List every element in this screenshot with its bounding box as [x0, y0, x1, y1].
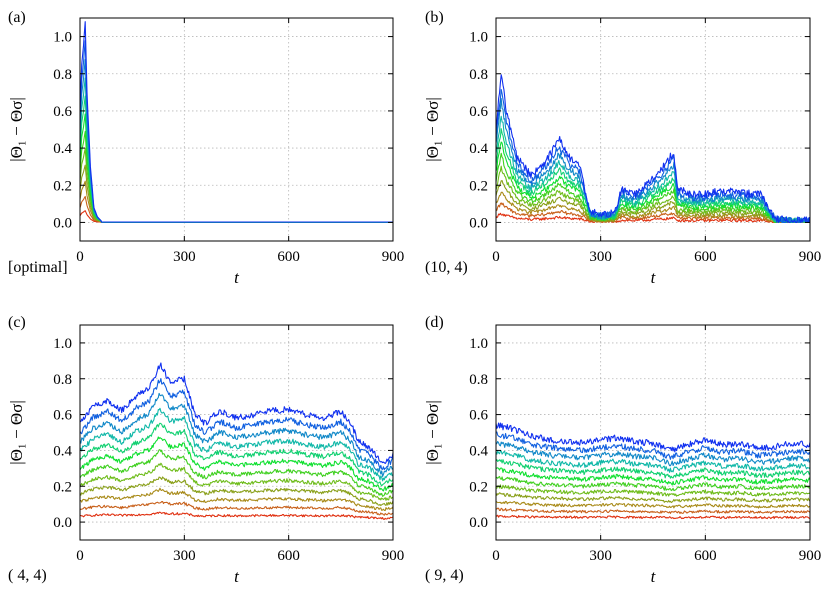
figure-canvas: 0 300 600 900 0.0 0.2 0.4 0.6 0.8 1.0 t |Θ₁ − Θσ| (a… [7, 9, 821, 586]
series-line-10 [80, 58, 393, 223]
y-tick-label: 0.2 [53, 178, 72, 194]
y-tick-label: 1.0 [53, 30, 72, 46]
series-line-2 [80, 501, 393, 516]
panel-label: (d) [425, 314, 444, 331]
series-line-12 [496, 422, 810, 453]
x-tick-label: 300 [589, 548, 612, 564]
y-tick-label: 1.0 [469, 336, 488, 352]
y-tick-label: 0.4 [53, 141, 72, 157]
y-tick-label: 0.6 [469, 104, 488, 120]
y-tick-label: 0.2 [469, 178, 488, 194]
series-line-6 [496, 475, 810, 492]
y-tick-label: 0.0 [53, 515, 72, 531]
y-tick-label: 0.8 [53, 67, 72, 83]
x-tick-label: 300 [173, 548, 196, 564]
y-tick-label: 0.4 [53, 443, 72, 459]
series-line-6 [80, 130, 393, 223]
panel-corner-label: [optimal] [8, 259, 68, 276]
x-tick-label: 300 [173, 249, 196, 265]
chart-panel-a: 0 300 600 900 0.0 0.2 0.4 0.6 0.8 1.0 t |Θ₁ − Θσ| (a… [7, 9, 404, 287]
plot-frame [79, 17, 394, 242]
y-tick-label: 0.4 [469, 141, 488, 157]
series-line-1 [80, 210, 393, 223]
y-tick-label: 0.2 [469, 479, 488, 495]
x-tick-label: 600 [277, 548, 300, 564]
series-line-2 [496, 507, 810, 515]
series-line-11 [80, 40, 393, 223]
plot-frame [495, 324, 811, 541]
x-tick-label: 600 [694, 548, 717, 564]
series-group [80, 362, 393, 520]
y-tick-label: 0.6 [469, 408, 488, 424]
series-line-11 [496, 431, 810, 460]
series-line-9 [80, 77, 393, 223]
series-line-1 [80, 511, 393, 520]
series-line-12 [80, 21, 393, 223]
series-line-8 [80, 422, 393, 487]
x-axis-label: t [651, 268, 657, 287]
panel-label: (b) [425, 9, 444, 26]
x-tick-label: 0 [492, 548, 500, 564]
y-axis-label: |Θ₁ − Θσ| [7, 97, 26, 162]
panel-corner-label: (10, 4) [425, 259, 468, 276]
x-tick-label: 600 [277, 249, 300, 265]
panel-corner-label: ( 4, 4) [8, 567, 47, 584]
panel-label: (a) [8, 9, 26, 26]
chart-panel-b: 0 300 600 900 0.0 0.2 0.4 0.6 0.8 1.0 t |Θ₁ − Θσ| (b… [423, 9, 821, 287]
y-tick-label: 0.8 [53, 372, 72, 388]
y-tick-label: 0.6 [53, 408, 72, 424]
x-tick-label: 0 [76, 249, 84, 265]
chart-panel-c: 0 300 600 900 0.0 0.2 0.4 0.6 0.8 1.0 t |Θ₁ − Θσ| (c… [7, 314, 404, 586]
series-group [496, 422, 810, 520]
series-line-2 [80, 195, 393, 223]
y-axis-label: |Θ₁ − Θσ| [7, 400, 26, 465]
x-tick-label: 900 [382, 249, 405, 265]
y-tick-label: 0.8 [469, 67, 488, 83]
y-axis-label: |Θ₁ − Θσ| [423, 400, 442, 465]
x-tick-label: 600 [694, 249, 717, 265]
y-tick-label: 1.0 [53, 336, 72, 352]
series-line-7 [80, 113, 393, 223]
x-axis-label: t [234, 567, 240, 586]
y-tick-label: 0.6 [53, 104, 72, 120]
y-tick-label: 0.2 [53, 479, 72, 495]
series-line-1 [496, 514, 810, 520]
series-line-8 [80, 95, 393, 223]
y-tick-label: 0.0 [53, 215, 72, 231]
series-group [80, 21, 393, 223]
y-tick-label: 1.0 [469, 30, 488, 46]
x-tick-label: 300 [589, 249, 612, 265]
x-tick-label: 900 [382, 548, 405, 564]
y-tick-label: 0.8 [469, 372, 488, 388]
series-line-3 [80, 180, 393, 223]
series-line-3 [496, 500, 810, 509]
x-axis-label: t [234, 268, 240, 287]
y-tick-label: 0.0 [469, 515, 488, 531]
y-tick-label: 0.0 [469, 215, 488, 231]
x-tick-label: 900 [799, 548, 822, 564]
x-tick-label: 0 [492, 249, 500, 265]
panel-corner-label: ( 9, 4) [425, 567, 464, 584]
y-tick-label: 0.4 [469, 443, 488, 459]
x-tick-label: 900 [799, 249, 822, 265]
series-group [496, 74, 810, 223]
chart-panel-d: 0 300 600 900 0.0 0.2 0.4 0.6 0.8 1.0 t |Θ₁ − Θσ| (d… [423, 314, 821, 586]
series-line-4 [80, 164, 393, 223]
panel-label: (c) [8, 314, 26, 331]
x-axis-label: t [651, 567, 657, 586]
series-line-5 [80, 462, 393, 501]
x-tick-label: 0 [76, 548, 84, 564]
y-axis-label: |Θ₁ − Θσ| [423, 97, 442, 162]
